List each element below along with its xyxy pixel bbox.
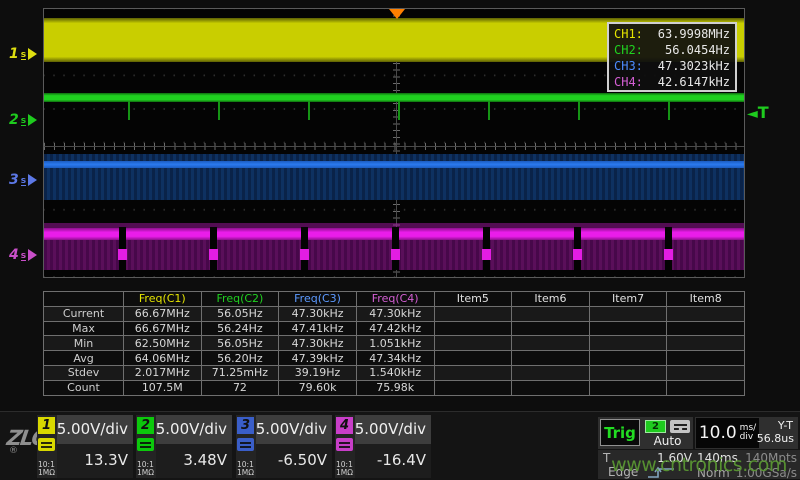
ch4-coupling-icon[interactable] bbox=[336, 438, 353, 451]
trigger-level-letter: T bbox=[758, 103, 769, 122]
ch2-position-marker[interactable]: 2s bbox=[9, 111, 37, 129]
ch1-number-badge[interactable]: 1 bbox=[38, 417, 55, 434]
ch2-waveform-trace bbox=[44, 93, 744, 102]
header-freq-c1[interactable]: Freq(C1) bbox=[124, 292, 202, 307]
ch1-frequency-value: 63.9998MHz bbox=[658, 26, 730, 42]
ch3-offset-value[interactable]: -6.50V bbox=[256, 444, 332, 478]
header-item6[interactable]: Item6 bbox=[512, 292, 590, 307]
ch3-marker-number: 3 bbox=[9, 172, 19, 188]
ch1-ground-icon: s bbox=[21, 52, 26, 60]
waveform-display[interactable]: CH1: 63.9998MHz CH2: 56.0454Hz CH3: 47.3… bbox=[43, 8, 745, 278]
ch1-coupling-icon[interactable] bbox=[38, 438, 55, 451]
ch3-volts-per-div[interactable]: 5.00V/div bbox=[256, 415, 332, 444]
header-freq-c3[interactable]: Freq(C3) bbox=[279, 292, 357, 307]
ch3-waveform-trace bbox=[44, 161, 744, 168]
registered-mark: ® bbox=[9, 446, 18, 456]
trigger-delay-value[interactable]: 56.8us bbox=[757, 432, 794, 445]
ch2-volts-per-div[interactable]: 5.00V/div bbox=[156, 415, 232, 444]
display-mode: Y-T bbox=[778, 419, 793, 432]
ch2-offset-value[interactable]: 3.48V bbox=[156, 444, 232, 478]
timebase-panel[interactable]: 10.0 ms/div Y-T 56.8us bbox=[695, 417, 798, 449]
ch3-arrow-icon bbox=[28, 174, 37, 186]
ch3-settings-box[interactable]: 3 10:11MΩ 5.00V/div -6.50V bbox=[236, 415, 332, 478]
ch1-marker-number: 1 bbox=[9, 46, 19, 62]
ch2-arrow-icon bbox=[28, 114, 37, 126]
table-row-stdev: Stdev 2.017MHz 71.25mHz 39.19Hz 1.540kHz bbox=[44, 365, 745, 380]
ch1-position-marker[interactable]: 1s bbox=[9, 45, 37, 63]
readout-row-ch3: CH3: 47.3023kHz bbox=[614, 58, 730, 74]
ch1-offset-value[interactable]: 13.3V bbox=[57, 444, 133, 478]
ch2-ground-icon: s bbox=[21, 118, 26, 126]
timebase-unit: ms/div bbox=[740, 424, 757, 442]
ch4-probe-info: 10:11MΩ bbox=[336, 461, 353, 477]
ch2-frequency-value: 56.0454Hz bbox=[665, 42, 730, 58]
table-row-count: Count 107.5M 72 79.60k 75.98k bbox=[44, 380, 745, 395]
ch4-marker-number: 4 bbox=[9, 247, 19, 263]
ch2-label: CH2: bbox=[614, 42, 643, 58]
timebase-button[interactable]: 10.0 ms/div bbox=[696, 418, 759, 448]
ch1-arrow-icon bbox=[28, 48, 37, 60]
trigger-menu-button[interactable]: Trig bbox=[600, 419, 640, 446]
table-row-current: Current 66.67MHz 56.05Hz 47.30kHz 47.30k… bbox=[44, 306, 745, 321]
table-row-min: Min 62.50MHz 56.05Hz 47.30kHz 1.051kHz bbox=[44, 336, 745, 351]
ch4-frequency-value: 42.6147kHz bbox=[658, 74, 730, 90]
ch2-number-badge[interactable]: 2 bbox=[137, 417, 154, 434]
timebase-value: 10.0 bbox=[699, 423, 737, 443]
table-row-avg: Avg 64.06MHz 56.20Hz 47.39kHz 47.34kHz bbox=[44, 351, 745, 366]
ch3-probe-info: 10:11MΩ bbox=[237, 461, 254, 477]
header-item8[interactable]: Item8 bbox=[667, 292, 745, 307]
ch4-position-marker[interactable]: 4s bbox=[9, 246, 37, 264]
ch1-label: CH1: bbox=[614, 26, 643, 42]
ch3-coupling-icon[interactable] bbox=[237, 438, 254, 451]
ch4-offset-value[interactable]: -16.4V bbox=[355, 444, 431, 478]
watermark-text: www.cntronics.com bbox=[611, 454, 787, 476]
ch2-settings-box[interactable]: 2 10:11MΩ 5.00V/div 3.48V bbox=[136, 415, 232, 478]
ch3-label: CH3: bbox=[614, 58, 643, 74]
ch4-label: CH4: bbox=[614, 74, 643, 90]
readout-row-ch2: CH2: 56.0454Hz bbox=[614, 42, 730, 58]
measurement-table[interactable]: Freq(C1) Freq(C2) Freq(C3) Freq(C4) Item… bbox=[43, 291, 745, 396]
ch3-position-marker[interactable]: 3s bbox=[9, 171, 37, 189]
header-item5[interactable]: Item5 bbox=[434, 292, 512, 307]
oscilloscope-screen: CH1: 63.9998MHz CH2: 56.0454Hz CH3: 47.3… bbox=[0, 0, 800, 480]
trigger-settings-panel[interactable]: Trig 2 Auto bbox=[598, 417, 693, 449]
ch3-ground-icon: s bbox=[21, 178, 26, 186]
ch4-ground-icon: s bbox=[21, 253, 26, 261]
channel-frequency-readout: CH1: 63.9998MHz CH2: 56.0454Hz CH3: 47.3… bbox=[607, 22, 737, 92]
ch3-frequency-value: 47.3023kHz bbox=[658, 58, 730, 74]
ch2-coupling-icon[interactable] bbox=[137, 438, 154, 451]
header-freq-c4[interactable]: Freq(C4) bbox=[356, 292, 434, 307]
readout-row-ch4: CH4: 42.6147kHz bbox=[614, 74, 730, 90]
readout-row-ch1: CH1: 63.9998MHz bbox=[614, 26, 730, 42]
trigger-level-marker[interactable]: ◄T bbox=[747, 103, 769, 122]
ch4-settings-box[interactable]: 4 10:11MΩ 5.00V/div -16.4V bbox=[335, 415, 431, 478]
trigger-source-badge[interactable]: 2 bbox=[645, 420, 666, 433]
trigger-coupling-icon[interactable] bbox=[670, 420, 690, 433]
ch2-probe-info: 10:11MΩ bbox=[137, 461, 154, 477]
ch1-probe-info: 10:11MΩ bbox=[38, 461, 55, 477]
header-blank bbox=[44, 292, 124, 307]
ch3-number-badge[interactable]: 3 bbox=[237, 417, 254, 434]
left-arrow-icon: ◄ bbox=[747, 106, 758, 122]
measurement-header-row: Freq(C1) Freq(C2) Freq(C3) Freq(C4) Item… bbox=[44, 292, 745, 307]
ch2-marker-number: 2 bbox=[9, 112, 19, 128]
header-freq-c2[interactable]: Freq(C2) bbox=[201, 292, 279, 307]
table-row-max: Max 66.67MHz 56.24Hz 47.41kHz 47.42kHz bbox=[44, 321, 745, 336]
site-watermark: www.cntronics.com bbox=[598, 450, 800, 479]
ch1-settings-box[interactable]: 1 10:11MΩ 5.00V/div 13.3V bbox=[37, 415, 133, 478]
trigger-mode[interactable]: Auto bbox=[644, 434, 691, 448]
ch4-arrow-icon bbox=[28, 249, 37, 261]
trigger-position-marker-icon[interactable] bbox=[389, 9, 405, 19]
ch1-volts-per-div[interactable]: 5.00V/div bbox=[57, 415, 133, 444]
header-item7[interactable]: Item7 bbox=[589, 292, 667, 307]
ch4-volts-per-div[interactable]: 5.00V/div bbox=[355, 415, 431, 444]
ch4-number-badge[interactable]: 4 bbox=[336, 417, 353, 434]
